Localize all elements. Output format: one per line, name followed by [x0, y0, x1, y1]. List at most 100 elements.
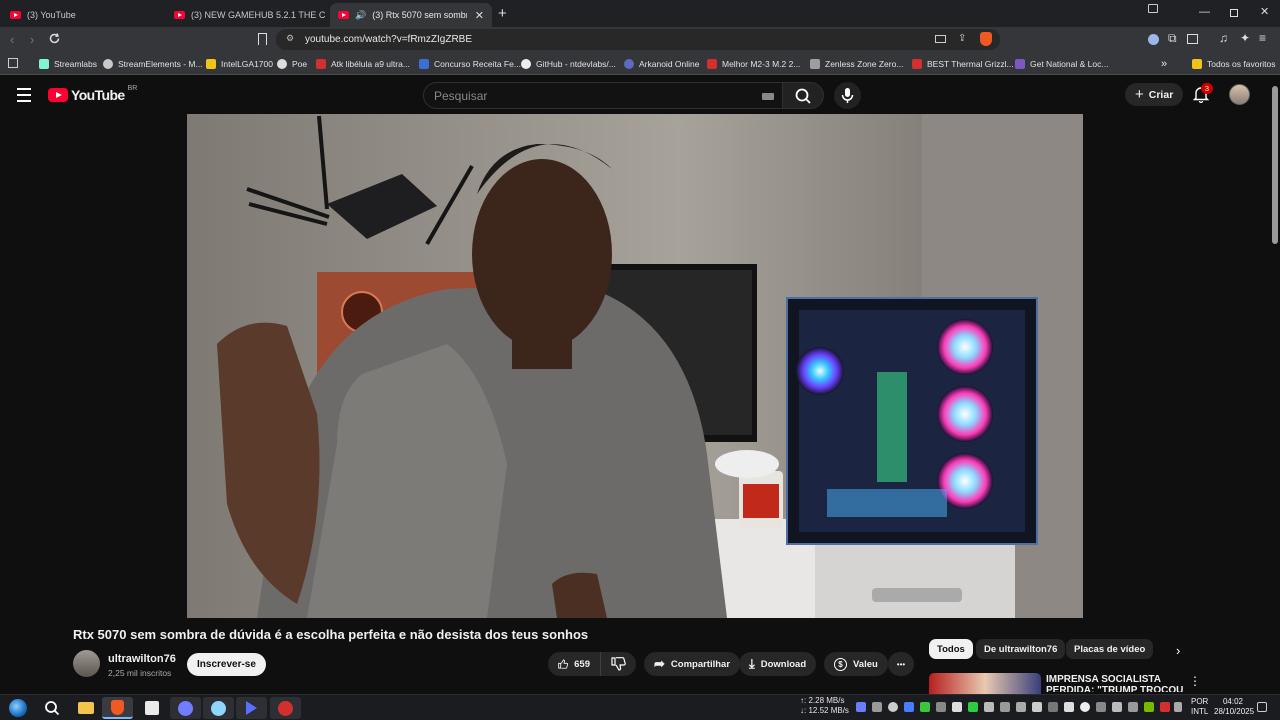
tray-icon[interactable] [888, 702, 898, 712]
bookmark-item[interactable]: Atk libélula a9 ultra... [316, 56, 410, 71]
app-3[interactable] [270, 697, 301, 719]
extensions-icon[interactable]: ⧉ [1168, 31, 1177, 46]
media-player-app[interactable] [236, 697, 267, 719]
brave-shield-icon[interactable] [980, 32, 992, 46]
leo-ai-icon[interactable]: ✦ [1240, 31, 1250, 45]
bookmark-item[interactable]: Concurso Receita Fe... [419, 56, 521, 71]
tray-icon[interactable] [1016, 702, 1026, 712]
tray-icon[interactable] [1000, 702, 1010, 712]
bookmark-item[interactable]: IntelLGA1700 [206, 56, 273, 71]
bookmark-item[interactable]: BEST Thermal Grizzl... [912, 56, 1014, 71]
hamburger-menu-icon[interactable] [17, 88, 31, 102]
close-tab-icon[interactable]: ✕ [475, 9, 484, 22]
reload-icon[interactable] [48, 32, 61, 45]
tray-icon[interactable] [936, 702, 946, 712]
profile-icon[interactable] [1148, 34, 1159, 45]
recommended-title[interactable]: IMPRENSA SOCIALISTA PERDIDA: "TRUMP TROC… [1046, 674, 1183, 692]
file-explorer-app[interactable] [70, 697, 101, 719]
media-icon[interactable]: ♫ [1219, 31, 1228, 45]
language-indicator[interactable]: POR INTL [1191, 697, 1208, 717]
nvidia-icon[interactable] [1144, 702, 1154, 712]
youtube-logo[interactable]: YouTube BR [48, 85, 137, 103]
volume-icon[interactable] [1112, 702, 1122, 712]
back-icon[interactable]: ‹ [10, 32, 14, 47]
tray-icon[interactable] [968, 702, 978, 712]
all-favorites-folder[interactable]: Todos os favoritos [1192, 56, 1276, 71]
bookmark-item[interactable]: Get National & Loc... [1015, 56, 1108, 71]
tray-icon[interactable] [952, 702, 962, 712]
bookmark-item[interactable]: Poe [277, 56, 307, 71]
url-field[interactable]: ⚙ youtube.com/watch?v=fRmzZIgZRBE ⇪ [276, 29, 1000, 50]
keyboard-icon[interactable] [762, 93, 774, 100]
minimize-button[interactable]: — [1199, 6, 1210, 18]
create-button[interactable]: + Criar [1125, 83, 1184, 106]
video-player[interactable] [187, 114, 1083, 618]
more-bookmarks-button[interactable]: » [1161, 56, 1167, 71]
recommended-thumbnail[interactable] [929, 673, 1041, 694]
more-actions-button[interactable]: ••• [888, 652, 914, 676]
tray-icon[interactable] [1032, 702, 1042, 712]
notifications-button[interactable]: 3 [1193, 83, 1213, 103]
scrollbar[interactable] [1270, 76, 1280, 694]
store-app[interactable] [136, 697, 167, 719]
notifications-center-icon[interactable] [1257, 702, 1267, 712]
app-1[interactable] [170, 697, 201, 719]
tray-icon[interactable] [1048, 702, 1058, 712]
tab-search-icon[interactable] [1148, 4, 1158, 13]
download-button[interactable]: ⤓ Download [739, 652, 817, 676]
new-tab-button[interactable]: + [498, 5, 507, 22]
share-icon[interactable]: ⇪ [958, 33, 966, 44]
share-button[interactable]: ➦ Compartilhar [644, 652, 741, 676]
tray-icon[interactable] [856, 702, 866, 712]
search-input[interactable]: Pesquisar [423, 82, 783, 109]
forward-icon[interactable]: › [30, 32, 34, 47]
thanks-button[interactable]: $ Valeu [824, 652, 888, 676]
sidebar-icon[interactable] [1187, 34, 1198, 44]
avatar[interactable] [1229, 84, 1250, 105]
like-button[interactable]: 659 [548, 652, 600, 676]
search-taskbar-button[interactable] [36, 697, 67, 719]
bookmark-item[interactable]: Arkanoid Online [624, 56, 699, 71]
tray-icon[interactable] [920, 702, 930, 712]
scrollbar-thumb[interactable] [1272, 86, 1278, 244]
app-2[interactable] [203, 697, 234, 719]
close-window-button[interactable]: ✕ [1260, 5, 1269, 18]
chip-all[interactable]: Todos [929, 639, 973, 659]
tab-gamehub[interactable]: (3) NEW GAMEHUB 5.2.1 THE CREW ... [166, 3, 326, 27]
dislike-button[interactable] [600, 652, 636, 676]
bookmark-item[interactable]: Streamlabs [39, 56, 97, 71]
menu-icon[interactable]: ≡ [1259, 31, 1266, 45]
site-info-icon[interactable]: ⚙ [286, 33, 294, 44]
chevron-right-icon[interactable]: › [1176, 643, 1180, 658]
bookmark-item[interactable]: Melhor M2-3 M.2 2... [707, 56, 800, 71]
maximize-button[interactable] [1230, 9, 1238, 17]
bookmark-item[interactable]: StreamElements - M... [103, 56, 203, 71]
brave-browser-app[interactable] [102, 697, 133, 719]
chip-from-channel[interactable]: De ultrawilton76 [976, 639, 1066, 659]
bookmark-icon[interactable] [258, 33, 267, 45]
cast-icon[interactable] [935, 35, 946, 43]
tray-icon[interactable] [872, 702, 882, 712]
apps-grid-icon[interactable] [8, 58, 18, 68]
clock[interactable]: 04:02 28/10/2025 [1214, 697, 1254, 717]
subscribe-button[interactable]: Inscrever-se [187, 653, 266, 676]
tray-icon[interactable] [904, 702, 914, 712]
bluetooth-icon[interactable] [1174, 702, 1182, 712]
more-vert-icon[interactable]: ⋮ [1189, 674, 1201, 688]
microphone-icon[interactable] [984, 702, 994, 712]
tab-youtube[interactable]: (3) YouTube [2, 3, 165, 27]
tray-icon[interactable] [1128, 702, 1138, 712]
bookmark-item[interactable]: GitHub - ntdevlabs/... [521, 56, 616, 71]
search-button[interactable] [782, 82, 824, 109]
channel-name[interactable]: ultrawilton76 [108, 653, 176, 665]
chip-graphics-cards[interactable]: Placas de vídeo [1066, 639, 1154, 659]
bookmark-item[interactable]: Zenless Zone Zero... [810, 56, 903, 71]
tray-icon[interactable] [1064, 702, 1074, 712]
tray-icon[interactable] [1096, 702, 1106, 712]
tray-icon[interactable] [1080, 702, 1090, 712]
start-button[interactable] [2, 697, 33, 719]
tray-icon[interactable] [1160, 702, 1170, 712]
voice-search-button[interactable] [834, 82, 861, 109]
tab-current-video[interactable]: 🔊 (3) Rtx 5070 sem sombra de d ✕ [330, 3, 492, 27]
channel-avatar[interactable] [73, 650, 100, 677]
